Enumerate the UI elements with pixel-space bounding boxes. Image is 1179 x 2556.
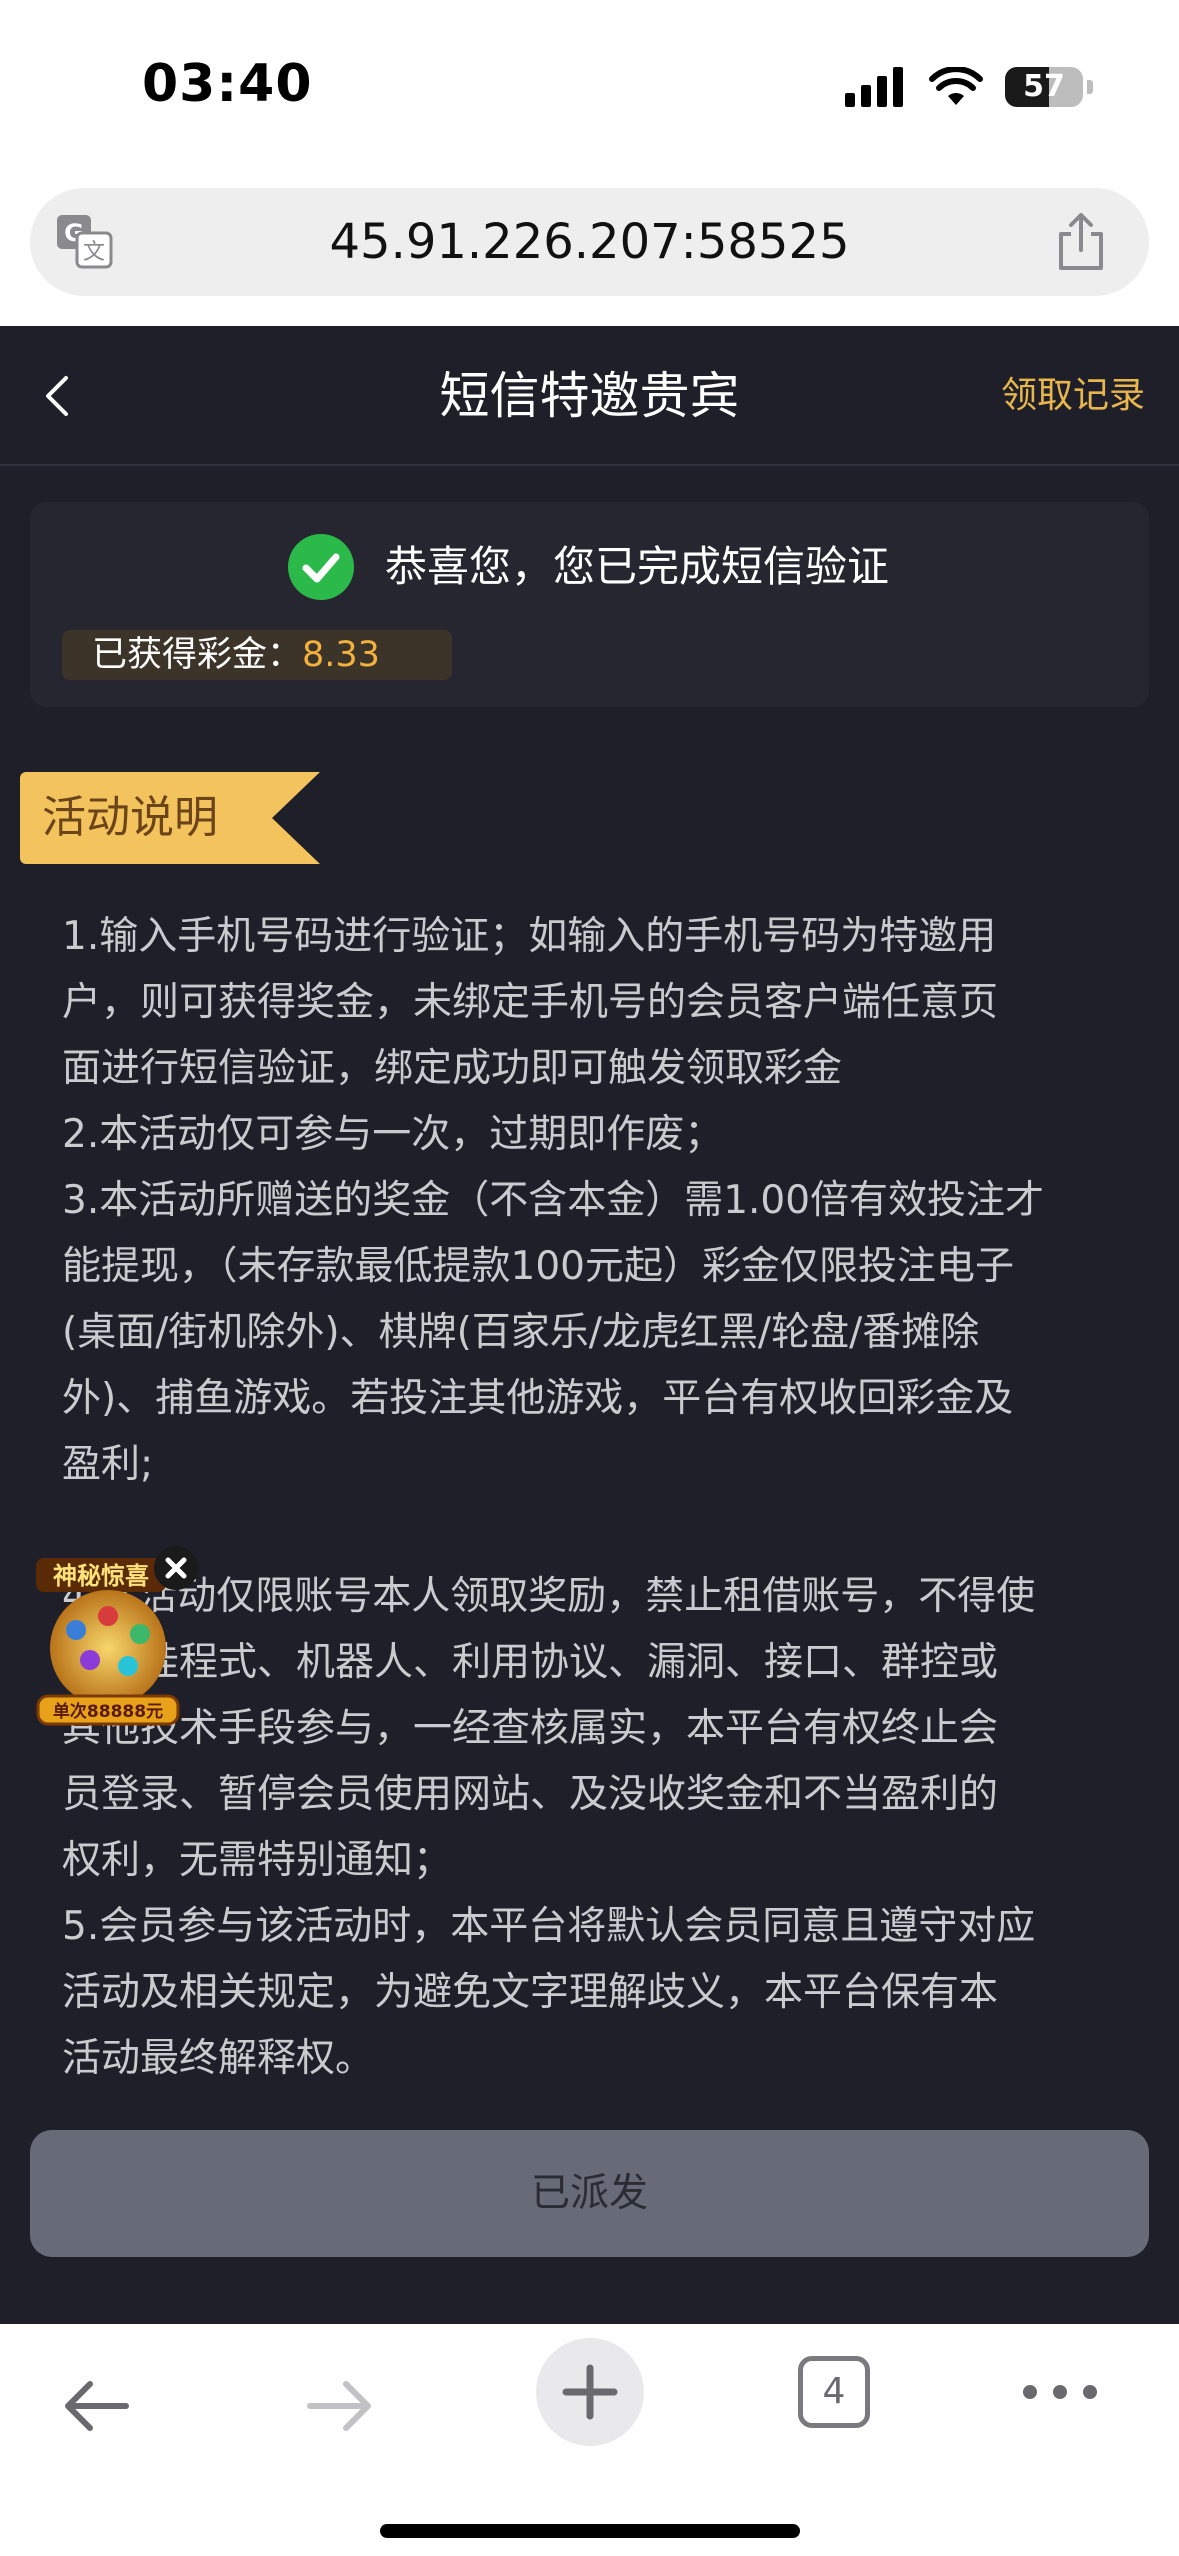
url-text[interactable]: 45.91.226.207:58525 [150,188,1029,296]
battery-icon: 57 [1005,67,1083,107]
rule-line: (桌面/街机除外)、棋牌(百家乐/龙虎红黑/轮盘/番摊除 [62,1310,980,1355]
activity-ribbon-label: 活动说明 [42,792,218,843]
back-arrow-icon[interactable] [56,2366,136,2446]
address-bar[interactable]: G 文 45.91.226.207:58525 [30,188,1149,296]
tabs-icon[interactable]: 4 [798,2356,870,2428]
dispatched-button[interactable]: 已派发 [30,2130,1149,2257]
rule-line: 盈利; [62,1442,154,1487]
app-content: 短信特邀贵宾 领取记录 恭喜您，您已完成短信验证 已获得彩金：8.33 活动说明… [0,326,1179,2324]
rule-line: 活动及相关规定，为避免文字理解歧义，本平台保有本 [62,1970,999,2015]
activity-rules: 1.输入手机号码进行验证；如输入的手机号码为特邀用 户，则可获得奖金，未绑定手机号… [62,904,1122,2092]
share-icon[interactable] [1053,212,1109,272]
rule-line: 用外挂程式、机器人、利用协议、漏洞、接口、群控或 [62,1640,999,1685]
forward-arrow-icon[interactable] [300,2366,380,2446]
battery-label: 57 [1023,69,1065,104]
promo-badge: 单次88888元 [53,1701,163,1722]
bonus-badge: 已获得彩金：8.33 [62,630,452,680]
rule-line: 员登录、暂停会员使用网站、及没收奖金和不当盈利的 [62,1772,999,1817]
verification-card: 恭喜您，您已完成短信验证 已获得彩金：8.33 [30,502,1149,707]
success-check-icon [288,534,354,600]
translate-icon[interactable]: G 文 [55,213,113,271]
rule-line: 权利，无需特别通知； [62,1838,453,1883]
verification-message: 恭喜您，您已完成短信验证 [385,542,890,591]
rule-line: 4.本活动仅限账号本人领取奖励，禁止租借账号，不得使 [62,1574,1036,1619]
promo-title: 神秘惊喜 [53,1562,149,1590]
rule-line: 2.本活动仅可参与一次，过期即作废； [62,1112,724,1157]
rule-line: 其他技术手段参与，一经查核属实，本平台有权终止会 [62,1706,999,1751]
rule-line: 外)、捕鱼游戏。若投注其他游戏，平台有权收回彩金及 [62,1376,1014,1421]
bonus-value: 8.33 [302,635,380,675]
bonus-label: 已获得彩金： [92,635,303,675]
rule-line: 5.会员参与该活动时，本平台将默认会员同意且遵守对应 [62,1904,1036,1949]
rule-line: 活动最终解释权。 [62,2036,375,2081]
browser-toolbar: 4 [0,2324,1179,2556]
rule-line: 户，则可获得奖金，未绑定手机号的会员客户端任意页 [62,980,999,1025]
wifi-icon [929,67,983,105]
status-bar: 03:40 57 [0,0,1179,172]
home-indicator [380,2524,800,2538]
more-icon[interactable] [1020,2372,1100,2412]
promo-close-icon[interactable] [154,1546,198,1590]
svg-text:文: 文 [83,240,105,265]
cellular-signal-icon [845,67,903,107]
rule-line: 能提现，（未存款最低提款100元起）彩金仅限投注电子 [62,1244,1014,1289]
battery-cap [1087,80,1093,94]
rule-line: 1.输入手机号码进行验证；如输入的手机号码为特邀用 [62,914,997,959]
app-header: 短信特邀贵宾 领取记录 [0,326,1179,466]
rule-line: 面进行短信验证，绑定成功即可触发领取彩金 [62,1046,843,1091]
status-icons: 57 [845,62,1093,112]
claim-records-link[interactable]: 领取记录 [1001,326,1145,466]
rule-line: 3.本活动所赠送的奖金（不含本金）需1.00倍有效投注才 [62,1178,1045,1223]
new-tab-button[interactable] [536,2338,644,2446]
rules-spacer [62,1498,1122,1564]
plus-icon [562,2364,618,2420]
status-time: 03:40 [142,54,313,114]
